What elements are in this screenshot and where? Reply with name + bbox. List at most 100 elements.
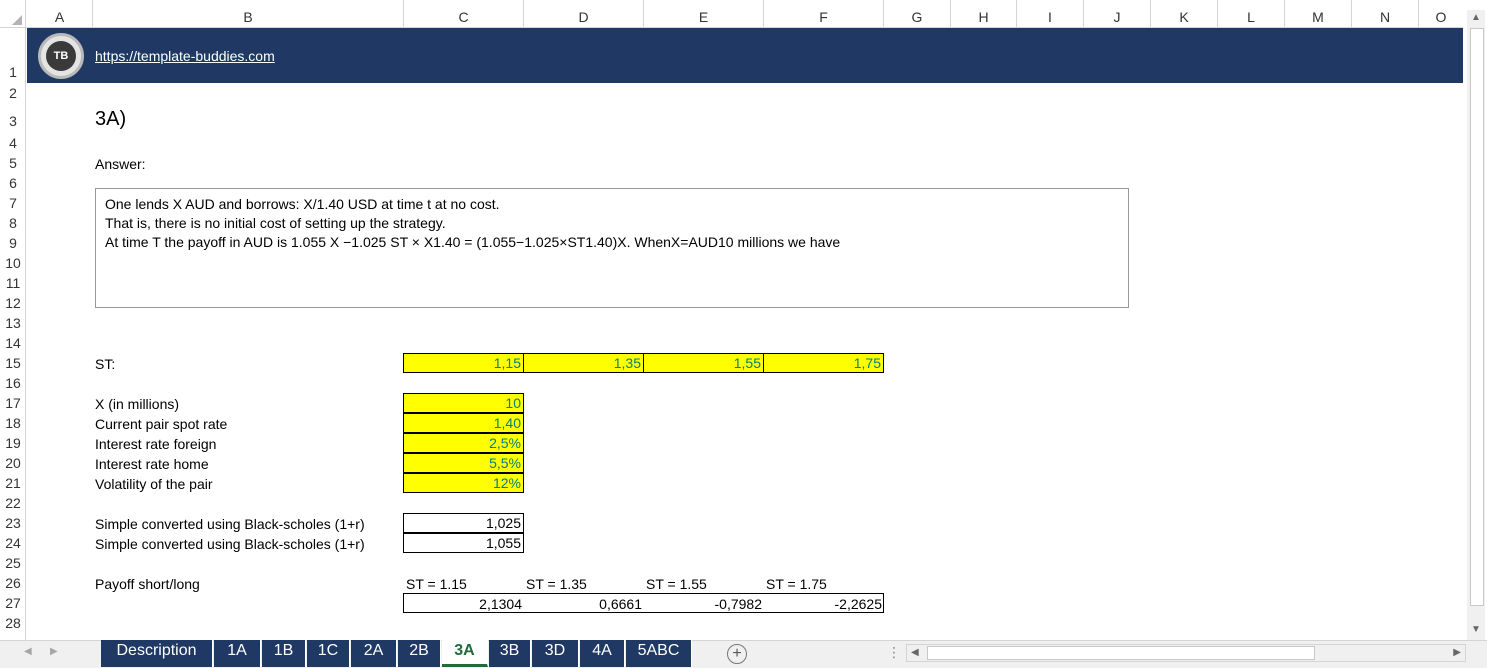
tab-2a[interactable]: 2A bbox=[351, 640, 397, 667]
scroll-up-arrow-icon[interactable]: ▲ bbox=[1471, 12, 1481, 23]
row-header[interactable]: 15 bbox=[0, 355, 26, 371]
scroll-down-arrow-icon[interactable]: ▼ bbox=[1471, 624, 1481, 635]
row-header[interactable]: 5 bbox=[0, 155, 26, 171]
scroll-left-arrow-icon[interactable]: ◀ bbox=[911, 647, 919, 658]
answer-line: That is, there is no initial cost of set… bbox=[105, 215, 446, 231]
answer-line: One lends X AUD and borrows: X/1.40 USD … bbox=[105, 196, 500, 212]
row-header[interactable]: 16 bbox=[0, 375, 26, 391]
tab-2b[interactable]: 2B bbox=[398, 640, 441, 667]
row-header[interactable]: 23 bbox=[0, 515, 26, 531]
input-cell[interactable]: 10 bbox=[403, 393, 524, 413]
tab-1b[interactable]: 1B bbox=[262, 640, 306, 667]
row-header[interactable]: 13 bbox=[0, 315, 26, 331]
row-header[interactable]: 7 bbox=[0, 195, 26, 211]
row-header[interactable]: 21 bbox=[0, 475, 26, 491]
payoff-cell[interactable]: 0,6661 bbox=[524, 596, 642, 612]
column-header-f[interactable]: F bbox=[764, 0, 884, 28]
tab-description[interactable]: Description bbox=[101, 640, 213, 667]
column-header-i[interactable]: I bbox=[1017, 0, 1084, 28]
input-label: Interest rate foreign bbox=[95, 436, 217, 452]
row-header[interactable]: 20 bbox=[0, 455, 26, 471]
input-label: X (in millions) bbox=[95, 396, 180, 412]
payoff-cell[interactable]: 2,1304 bbox=[404, 596, 522, 612]
payoff-cell[interactable]: -2,2625 bbox=[764, 596, 882, 612]
column-header-l[interactable]: L bbox=[1218, 0, 1285, 28]
horizontal-scroll-thumb[interactable] bbox=[927, 646, 1315, 660]
row-header[interactable]: 27 bbox=[0, 595, 26, 611]
simple-cell[interactable]: 1,055 bbox=[403, 533, 524, 553]
column-header-a[interactable]: A bbox=[27, 0, 93, 28]
tab-1c[interactable]: 1C bbox=[307, 640, 350, 667]
row-header[interactable]: 17 bbox=[0, 395, 26, 411]
tab-3b[interactable]: 3B bbox=[489, 640, 531, 667]
input-label: Current pair spot rate bbox=[95, 416, 228, 432]
row-header[interactable]: 4 bbox=[0, 135, 26, 151]
column-header-e[interactable]: E bbox=[644, 0, 764, 28]
vertical-scroll-thumb[interactable] bbox=[1470, 28, 1484, 606]
simple-label: Simple converted using Black-scholes (1+… bbox=[95, 536, 365, 552]
answer-label: Answer: bbox=[95, 156, 146, 172]
row-header[interactable]: 2 bbox=[0, 85, 26, 101]
payoff-header: ST = 1.35 bbox=[526, 576, 587, 592]
website-link[interactable]: https://template-buddies.com bbox=[95, 48, 275, 64]
row-header[interactable]: 24 bbox=[0, 535, 26, 551]
vertical-scrollbar[interactable]: ▲ ▼ bbox=[1467, 10, 1485, 640]
row-header[interactable]: 6 bbox=[0, 175, 26, 191]
input-cell[interactable]: 2,5% bbox=[403, 433, 524, 453]
tab-5abc[interactable]: 5ABC bbox=[626, 640, 692, 667]
payoff-header: ST = 1.15 bbox=[406, 576, 467, 592]
row-header[interactable]: 18 bbox=[0, 415, 26, 431]
horizontal-scrollbar[interactable]: ◀ ▶ bbox=[906, 644, 1466, 662]
column-header-d[interactable]: D bbox=[524, 0, 644, 28]
tab-3d[interactable]: 3D bbox=[532, 640, 579, 667]
tab-4a[interactable]: 4A bbox=[580, 640, 625, 667]
column-header-h[interactable]: H bbox=[951, 0, 1017, 28]
column-header-k[interactable]: K bbox=[1151, 0, 1218, 28]
logo: TB bbox=[38, 33, 84, 79]
input-cell[interactable]: 5,5% bbox=[403, 453, 524, 473]
row-header[interactable]: 22 bbox=[0, 495, 26, 511]
st-cell[interactable]: 1,35 bbox=[523, 353, 644, 373]
column-header-c[interactable]: C bbox=[404, 0, 524, 28]
tab-scroll-left-icon[interactable]: ◀ bbox=[24, 646, 32, 657]
row-header[interactable]: 8 bbox=[0, 215, 26, 231]
row-header[interactable]: 1 bbox=[0, 64, 26, 80]
st-cell[interactable]: 1,15 bbox=[403, 353, 524, 373]
tab-3a[interactable]: 3A bbox=[442, 640, 488, 667]
tab-1a[interactable]: 1A bbox=[214, 640, 261, 667]
payoff-label: Payoff short/long bbox=[95, 576, 200, 592]
payoff-header: ST = 1.55 bbox=[646, 576, 707, 592]
row-header[interactable]: 3 bbox=[0, 113, 26, 129]
st-cell[interactable]: 1,55 bbox=[643, 353, 764, 373]
select-all-corner[interactable] bbox=[0, 0, 26, 28]
row-header[interactable]: 25 bbox=[0, 555, 26, 571]
column-header-m[interactable]: M bbox=[1285, 0, 1352, 28]
row-header[interactable]: 19 bbox=[0, 435, 26, 451]
input-cell[interactable]: 12% bbox=[403, 473, 524, 493]
answer-line: At time T the payoff in AUD is 1.055 X −… bbox=[105, 234, 841, 250]
st-label: ST: bbox=[95, 356, 116, 372]
row-header[interactable]: 28 bbox=[0, 615, 26, 631]
tab-split-handle-icon[interactable]: ⋮ bbox=[887, 644, 901, 661]
tab-scroll-right-icon[interactable]: ▶ bbox=[50, 646, 58, 657]
scroll-right-arrow-icon[interactable]: ▶ bbox=[1453, 647, 1461, 658]
column-header-o[interactable]: O bbox=[1419, 0, 1463, 28]
simple-label: Simple converted using Black-scholes (1+… bbox=[95, 516, 365, 532]
column-header-g[interactable]: G bbox=[884, 0, 951, 28]
column-header-n[interactable]: N bbox=[1352, 0, 1419, 28]
input-cell[interactable]: 1,40 bbox=[403, 413, 524, 433]
add-sheet-icon[interactable]: + bbox=[727, 644, 747, 664]
simple-cell[interactable]: 1,025 bbox=[403, 513, 524, 533]
st-cell[interactable]: 1,75 bbox=[763, 353, 884, 373]
payoff-cell[interactable]: -0,7982 bbox=[644, 596, 762, 612]
column-header-j[interactable]: J bbox=[1084, 0, 1151, 28]
row-header[interactable]: 12 bbox=[0, 295, 26, 311]
row-header[interactable]: 11 bbox=[0, 275, 26, 291]
answer-textbox[interactable]: One lends X AUD and borrows: X/1.40 USD … bbox=[95, 188, 1129, 308]
row-header[interactable]: 14 bbox=[0, 335, 26, 351]
row-header[interactable]: 9 bbox=[0, 235, 26, 251]
row-header[interactable]: 26 bbox=[0, 575, 26, 591]
row-header[interactable]: 10 bbox=[0, 255, 26, 271]
logo-text: TB bbox=[46, 41, 76, 71]
column-header-b[interactable]: B bbox=[93, 0, 404, 28]
